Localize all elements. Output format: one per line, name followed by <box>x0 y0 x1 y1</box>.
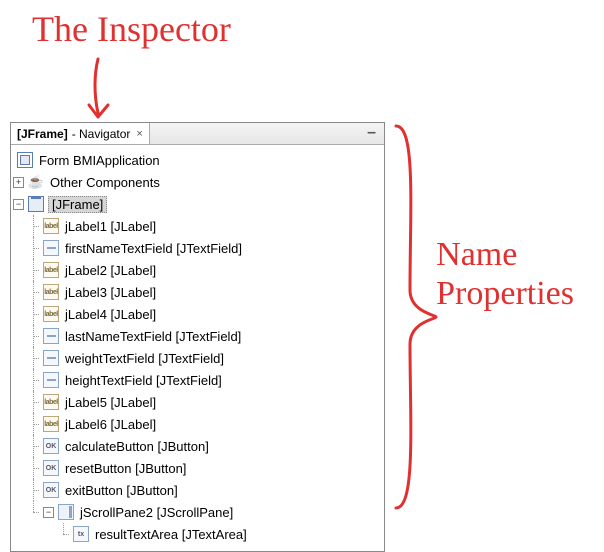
annotation-title: The Inspector <box>32 8 231 50</box>
annotation-name-properties: Name Properties <box>436 235 574 313</box>
tree-label: weightTextField [JTextField] <box>63 351 226 366</box>
tree-label: jLabel3 [JLabel] <box>63 285 158 300</box>
tree-label: resultTextArea [JTextArea] <box>93 527 249 542</box>
label-icon: label <box>43 394 59 410</box>
button-icon: OK <box>43 482 59 498</box>
tree-root[interactable]: Form BMIApplication <box>13 149 382 171</box>
tree-label: exitButton [JButton] <box>63 483 180 498</box>
tree-guide <box>28 457 39 479</box>
navigator-panel: [JFrame] - Navigator × – Form BMIApplica… <box>10 122 385 552</box>
label-icon: label <box>43 416 59 432</box>
tab-title-bold: [JFrame] <box>17 127 68 141</box>
textfield-icon <box>43 328 59 344</box>
expand-toggle[interactable]: + <box>13 177 24 188</box>
tree-item[interactable]: label jLabel4 [JLabel] <box>13 303 382 325</box>
tree-label: jLabel1 [JLabel] <box>63 219 158 234</box>
tree-item[interactable]: OK exitButton [JButton] <box>13 479 382 501</box>
label-icon: label <box>43 284 59 300</box>
tree-guide <box>28 479 39 501</box>
tree-guide <box>58 523 69 545</box>
tree-item[interactable]: heightTextField [JTextField] <box>13 369 382 391</box>
frame-icon <box>28 196 44 212</box>
tree-guide <box>28 325 39 347</box>
tree-item[interactable]: label jLabel3 [JLabel] <box>13 281 382 303</box>
label-icon: label <box>43 218 59 234</box>
tree-guide <box>28 347 39 369</box>
tree-label: jLabel6 [JLabel] <box>63 417 158 432</box>
form-icon <box>17 152 33 168</box>
button-icon: OK <box>43 460 59 476</box>
textfield-icon <box>43 240 59 256</box>
label-icon: label <box>43 262 59 278</box>
button-icon: OK <box>43 438 59 454</box>
tree-guide <box>28 369 39 391</box>
tree-label: resetButton [JButton] <box>63 461 188 476</box>
annotation-name-line2: Properties <box>436 274 574 313</box>
tree-label: heightTextField [JTextField] <box>63 373 224 388</box>
navigator-tab[interactable]: [JFrame] - Navigator × <box>11 123 150 144</box>
tree-label: jLabel4 [JLabel] <box>63 307 158 322</box>
tree-guide <box>28 501 39 523</box>
tree-label: jScrollPane2 [JScrollPane] <box>78 505 235 520</box>
scrollpane-icon <box>58 504 74 520</box>
beans-icon: ☕ <box>28 174 44 190</box>
tree-label: Other Components <box>48 175 162 190</box>
tree-label: jLabel2 [JLabel] <box>63 263 158 278</box>
collapse-toggle[interactable]: − <box>13 199 24 210</box>
tree-guide <box>28 237 39 259</box>
tree-guide <box>28 215 39 237</box>
tree-item[interactable]: label jLabel6 [JLabel] <box>13 413 382 435</box>
tree-label-selected: [JFrame] <box>48 196 107 213</box>
tree-jframe[interactable]: − [JFrame] <box>13 193 382 215</box>
textarea-icon: tx <box>73 526 89 542</box>
tree-item[interactable]: label jLabel2 [JLabel] <box>13 259 382 281</box>
textfield-icon <box>43 350 59 366</box>
tree-label: Form BMIApplication <box>37 153 162 168</box>
tree-label: firstNameTextField [JTextField] <box>63 241 244 256</box>
tree-label: calculateButton [JButton] <box>63 439 211 454</box>
textfield-icon <box>43 372 59 388</box>
tree-guide <box>28 259 39 281</box>
minimize-button[interactable]: – <box>367 130 384 136</box>
tab-title-rest: - Navigator <box>72 127 131 141</box>
tree-label: jLabel5 [JLabel] <box>63 395 158 410</box>
navigator-titlebar: [JFrame] - Navigator × – <box>11 123 384 145</box>
tree-label: lastNameTextField [JTextField] <box>63 329 243 344</box>
tree-guide <box>28 303 39 325</box>
label-icon: label <box>43 306 59 322</box>
annotation-name-line1: Name <box>436 235 574 274</box>
tree-guide <box>28 435 39 457</box>
collapse-toggle[interactable]: − <box>43 507 54 518</box>
tree-textarea[interactable]: tx resultTextArea [JTextArea] <box>13 523 382 545</box>
annotation-arrow <box>80 55 120 125</box>
tree-other-components[interactable]: + ☕ Other Components <box>13 171 382 193</box>
tree-item[interactable]: lastNameTextField [JTextField] <box>13 325 382 347</box>
tree-item[interactable]: OK calculateButton [JButton] <box>13 435 382 457</box>
tree-guide <box>28 281 39 303</box>
component-tree: Form BMIApplication + ☕ Other Components… <box>11 145 384 551</box>
tree-item[interactable]: OK resetButton [JButton] <box>13 457 382 479</box>
tree-jscrollpane[interactable]: − jScrollPane2 [JScrollPane] <box>13 501 382 523</box>
close-icon[interactable]: × <box>136 128 142 140</box>
tree-item[interactable]: weightTextField [JTextField] <box>13 347 382 369</box>
tree-item[interactable]: firstNameTextField [JTextField] <box>13 237 382 259</box>
tree-guide <box>28 391 39 413</box>
annotation-brace <box>388 120 448 515</box>
tree-item[interactable]: label jLabel5 [JLabel] <box>13 391 382 413</box>
tree-item[interactable]: label jLabel1 [JLabel] <box>13 215 382 237</box>
tree-guide <box>28 413 39 435</box>
